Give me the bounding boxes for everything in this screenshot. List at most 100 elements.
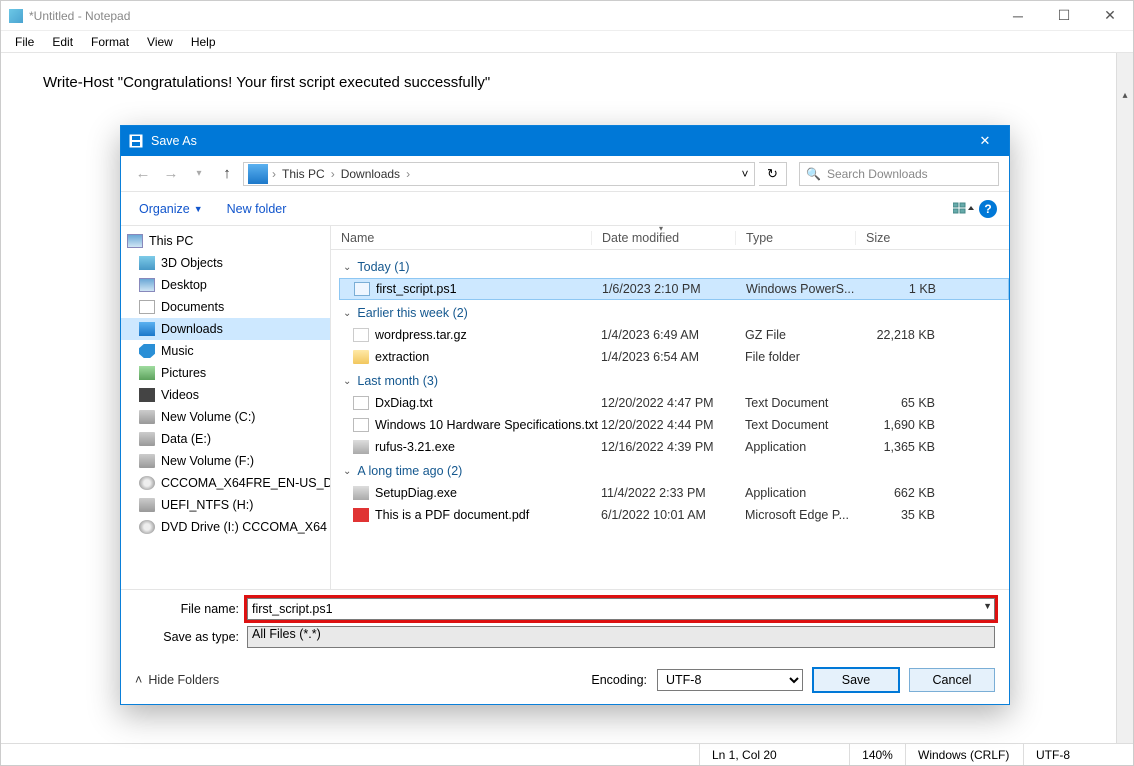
file-row[interactable]: DxDiag.txt12/20/2022 4:47 PMText Documen… <box>339 392 1009 414</box>
file-type: Application <box>745 486 865 500</box>
file-name: This is a PDF document.pdf <box>375 508 601 522</box>
file-size: 1,690 KB <box>865 418 935 432</box>
doc-icon <box>139 300 155 314</box>
filename-input[interactable] <box>247 598 995 620</box>
nav-forward-button[interactable]: → <box>159 162 183 186</box>
group-header[interactable]: ⌄A long time ago (2) <box>339 458 1009 482</box>
tree-item[interactable]: Desktop <box>121 274 330 296</box>
saveastype-select[interactable]: All Files (*.*) <box>247 626 995 648</box>
tree-item-label: CCCOMA_X64FRE_EN-US_DV <box>161 476 331 490</box>
file-size: 35 KB <box>865 508 935 522</box>
menu-file[interactable]: File <box>7 33 42 51</box>
file-date: 12/20/2022 4:44 PM <box>601 418 745 432</box>
file-type: Windows PowerS... <box>746 282 866 296</box>
menu-view[interactable]: View <box>139 33 181 51</box>
txt-icon <box>353 396 369 410</box>
search-placeholder: Search Downloads <box>827 167 928 181</box>
tree-item[interactable]: Documents <box>121 296 330 318</box>
file-name: rufus-3.21.exe <box>375 440 601 454</box>
encoding-select[interactable]: UTF-8 <box>657 669 803 691</box>
menu-help[interactable]: Help <box>183 33 224 51</box>
menubar: File Edit Format View Help <box>1 31 1133 53</box>
col-type[interactable]: Type <box>735 231 855 245</box>
tree-item-label: Desktop <box>161 278 207 292</box>
filename-dropdown-icon[interactable]: ▼ <box>983 601 992 611</box>
music-icon <box>139 344 155 358</box>
file-name: extraction <box>375 350 601 364</box>
file-name: Windows 10 Hardware Specifications.txt <box>375 418 601 432</box>
group-header[interactable]: ⌄ Last month (3) <box>339 368 1009 392</box>
tree-item[interactable]: UEFI_NTFS (H:) <box>121 494 330 516</box>
file-row[interactable]: first_script.ps11/6/2023 2:10 PMWindows … <box>339 278 1009 300</box>
tree-item[interactable]: This PC <box>121 230 330 252</box>
hide-folders-button[interactable]: ˄ Hide Folders <box>135 673 219 687</box>
window-title: *Untitled - Notepad <box>29 9 130 23</box>
close-button[interactable]: ✕ <box>1087 1 1133 31</box>
breadcrumb[interactable]: › This PC › Downloads › ˅ <box>243 162 755 186</box>
view-options-button[interactable] <box>953 202 971 216</box>
save-button[interactable]: Save <box>813 668 899 692</box>
file-row[interactable]: extraction1/4/2023 6:54 AMFile folder <box>339 346 1009 368</box>
vid-icon <box>139 388 155 402</box>
file-row[interactable]: Windows 10 Hardware Specifications.txt12… <box>339 414 1009 436</box>
scroll-up-icon[interactable]: ▴ <box>1117 87 1133 104</box>
col-size[interactable]: Size <box>855 231 933 245</box>
filename-label: File name: <box>135 602 247 616</box>
nav-tree[interactable]: This PC 3D Objects Desktop DocumentsDownloa… <box>121 226 331 589</box>
scrollbar[interactable]: ▴ <box>1116 53 1133 743</box>
tree-item[interactable]: Music <box>121 340 330 362</box>
help-button[interactable]: ? <box>979 200 997 218</box>
nav-back-button[interactable]: ← <box>131 162 155 186</box>
maximize-button[interactable]: ☐ <box>1041 1 1087 31</box>
tree-item-label: UEFI_NTFS (H:) <box>161 498 253 512</box>
tree-item[interactable]: CCCOMA_X64FRE_EN-US_DV <box>121 472 330 494</box>
file-row[interactable]: SetupDiag.exe11/4/2022 2:33 PMApplicatio… <box>339 482 1009 504</box>
minimize-button[interactable]: ─ <box>995 1 1041 31</box>
file-row[interactable]: This is a PDF document.pdf6/1/2022 10:01… <box>339 504 1009 526</box>
tree-item[interactable]: Videos <box>121 384 330 406</box>
nav-recent-button[interactable]: ▾ <box>187 162 211 186</box>
3d-icon <box>139 256 155 270</box>
menu-format[interactable]: Format <box>83 33 137 51</box>
file-row[interactable]: rufus-3.21.exe12/16/2022 4:39 PMApplicat… <box>339 436 1009 458</box>
breadcrumb-pc[interactable]: This PC <box>276 167 331 181</box>
col-name[interactable]: Name <box>331 231 591 245</box>
group-label: Last month (3) <box>357 374 438 388</box>
dialog-close-button[interactable]: ✕ <box>971 131 999 151</box>
tree-item-label: This PC <box>149 234 193 248</box>
search-input[interactable]: 🔍 Search Downloads <box>799 162 999 186</box>
tree-item[interactable]: DVD Drive (I:) CCCOMA_X64 <box>121 516 330 538</box>
file-type: File folder <box>745 350 865 364</box>
organize-button[interactable]: Organize▼ <box>133 198 209 220</box>
new-folder-button[interactable]: New folder <box>221 198 293 220</box>
breadcrumb-folder[interactable]: Downloads <box>335 167 406 181</box>
file-date: 1/4/2023 6:54 AM <box>601 350 745 364</box>
tree-item[interactable]: Data (E:) <box>121 428 330 450</box>
file-size: 662 KB <box>865 486 935 500</box>
status-encoding: UTF-8 <box>1023 744 1133 765</box>
tree-item[interactable]: New Volume (F:) <box>121 450 330 472</box>
cancel-button[interactable]: Cancel <box>909 668 995 692</box>
file-size: 65 KB <box>865 396 935 410</box>
file-row[interactable]: wordpress.tar.gz1/4/2023 6:49 AMGZ File2… <box>339 324 1009 346</box>
file-name: first_script.ps1 <box>376 282 602 296</box>
ps1-icon <box>354 282 370 296</box>
tree-item[interactable]: Pictures <box>121 362 330 384</box>
breadcrumb-dropdown[interactable]: ˅ <box>736 167 754 181</box>
nav-up-button[interactable]: ↑ <box>215 162 239 186</box>
drive-icon <box>139 432 155 446</box>
chevron-down-icon: ⌄ <box>343 376 351 387</box>
file-type: Text Document <box>745 396 865 410</box>
tree-item[interactable]: New Volume (C:) <box>121 406 330 428</box>
group-header[interactable]: ⌄Earlier this week (2) <box>339 300 1009 324</box>
group-header[interactable]: ⌄Today (1) <box>339 254 1009 278</box>
refresh-button[interactable]: ↻ <box>759 162 787 186</box>
tree-item[interactable]: Downloads <box>121 318 330 340</box>
save-as-dialog: Save As ✕ ← → ▾ ↑ › This PC › Downloads … <box>120 125 1010 705</box>
file-list: Name Date modified ▾ Type Size ⌄Today (1… <box>331 226 1009 589</box>
chevron-down-icon: ⌄ <box>343 466 351 477</box>
menu-edit[interactable]: Edit <box>44 33 81 51</box>
file-size: 1 KB <box>866 282 936 296</box>
tree-item[interactable]: 3D Objects <box>121 252 330 274</box>
file-date: 6/1/2022 10:01 AM <box>601 508 745 522</box>
